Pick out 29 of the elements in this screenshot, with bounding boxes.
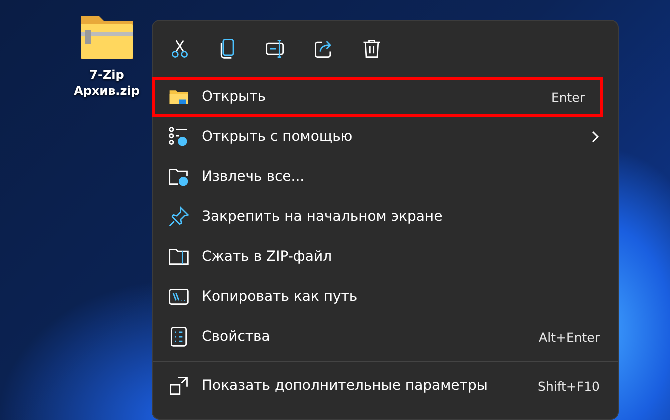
menu-item[interactable]: Показать дополнительные параметры Shift+F10: [152, 366, 618, 406]
menu-item-label: Свойства: [202, 329, 272, 345]
menu-item-label: Открыть с помощью: [202, 129, 354, 145]
menu-item[interactable]: Закрепить на начальном экране: [152, 197, 618, 237]
menu-item-label: Извлечь все...: [202, 169, 306, 185]
path-icon: [168, 286, 190, 308]
shortcut-text: Alt+Enter: [539, 330, 600, 344]
file-name: 7-Zip Архив.zip: [73, 68, 141, 100]
properties-icon: [168, 326, 190, 348]
pin-icon: [168, 206, 190, 228]
shortcut-text: Shift+F10: [538, 378, 600, 394]
menu-item-label: Закрепить на начальном экране: [202, 209, 444, 225]
app-list-icon: [168, 126, 190, 148]
menu-item[interactable]: Копировать как путь: [152, 277, 618, 317]
menu-item-label: Копировать как путь: [202, 289, 359, 305]
menu-item-label: Сжать в ZIP-файл: [202, 249, 334, 265]
rename-icon: [265, 38, 287, 60]
menu-item[interactable]: Открыть Enter: [152, 77, 603, 117]
menu-item[interactable]: Свойства Alt+Enter: [152, 317, 618, 357]
menu-item[interactable]: Сжать в ZIP-файл: [152, 237, 618, 277]
menu-item[interactable]: Извлечь все...: [152, 157, 618, 197]
zip-folder-icon: [168, 246, 190, 268]
expand-icon: [168, 375, 190, 397]
menu-item-label: Открыть: [202, 89, 267, 105]
menu-item[interactable]: Открыть с помощью: [152, 117, 618, 157]
trash-icon: [361, 38, 383, 60]
menu-item-label: Показать дополнительные параметры: [202, 378, 489, 394]
scissors-icon: [169, 38, 191, 60]
shortcut-text: Enter: [551, 90, 585, 104]
